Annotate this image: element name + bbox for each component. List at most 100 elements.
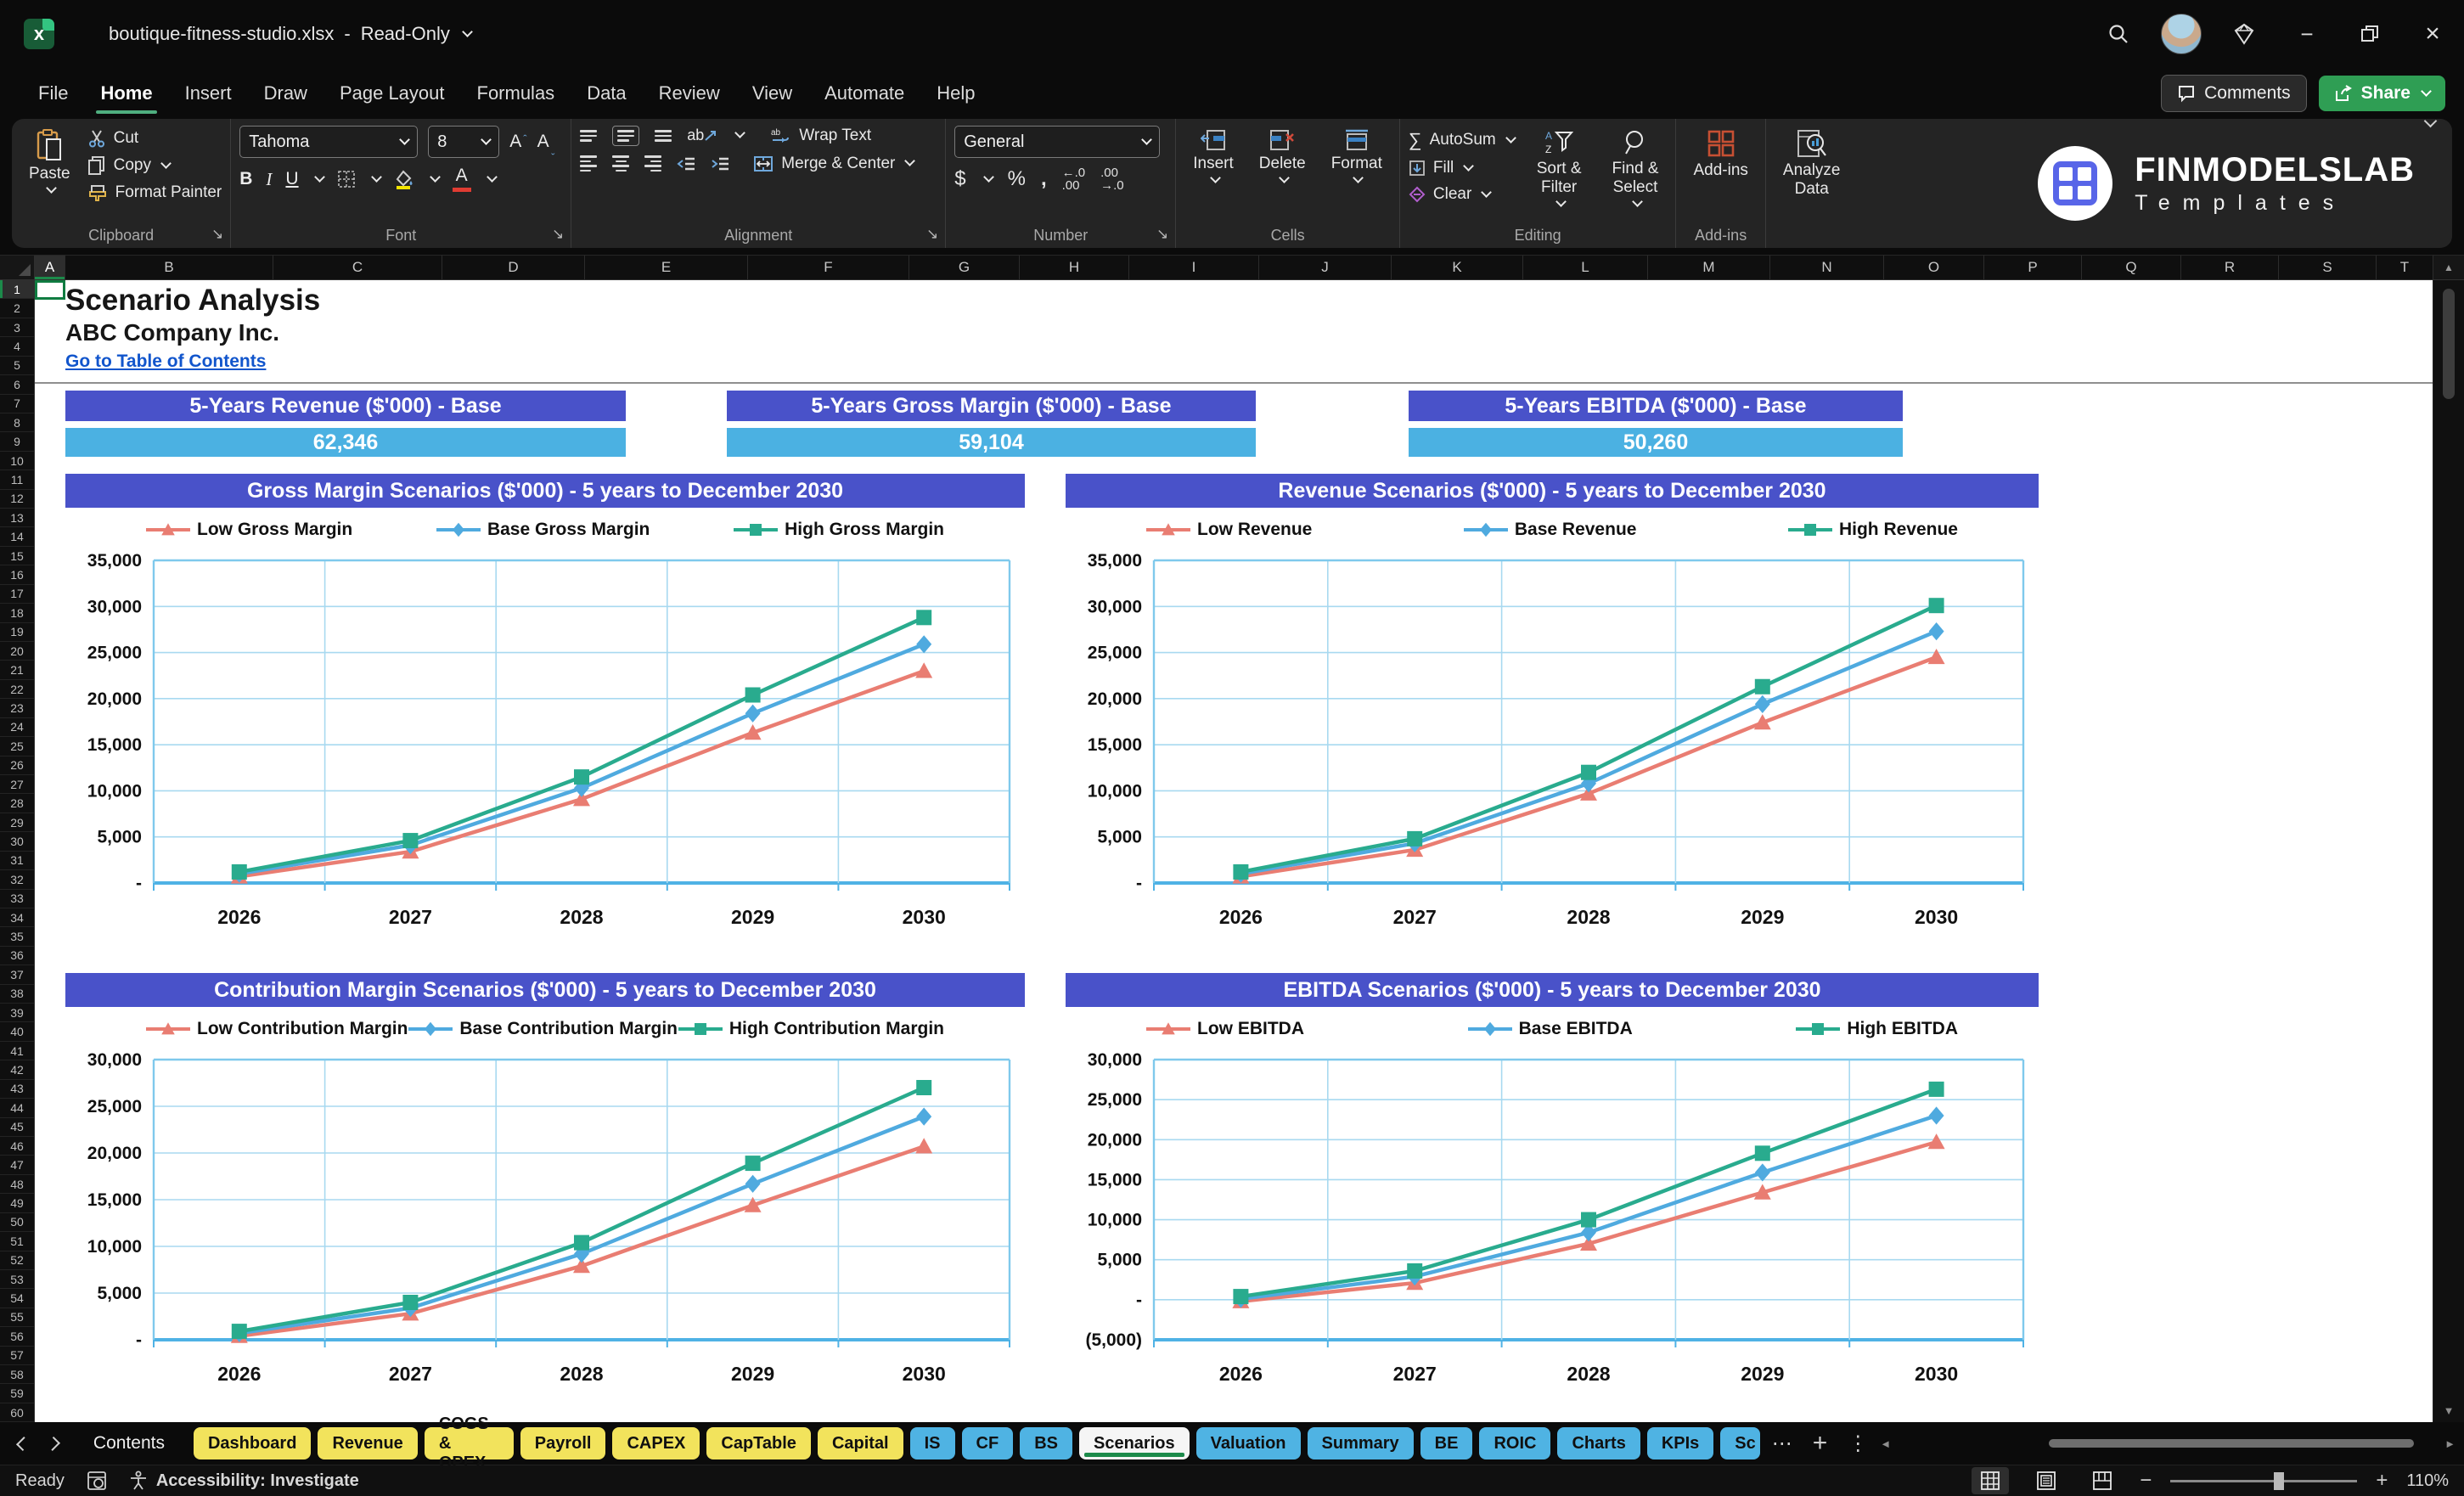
wrap-text-button[interactable]: ab Wrap Text [771,127,871,145]
percent-format-button[interactable]: % [1008,167,1026,191]
menu-tab-data[interactable]: Data [571,68,642,119]
row-header-60[interactable]: 60 [0,1403,34,1422]
sheet-tab-cf[interactable]: CF [962,1427,1014,1459]
accessibility-status[interactable]: Accessibility: Investigate [129,1471,359,1491]
sheet-tab-be[interactable]: BE [1420,1427,1473,1459]
sheet-tab-sc[interactable]: Sc [1720,1427,1759,1459]
row-header-7[interactable]: 7 [0,395,34,413]
sheet-tab-cogs-opex[interactable]: COGS & OPEX [425,1427,514,1459]
increase-indent-icon[interactable] [711,156,729,172]
cut-button[interactable]: Cut [87,129,222,148]
row-header-53[interactable]: 53 [0,1270,34,1289]
row-header-24[interactable]: 24 [0,718,34,737]
column-header-S[interactable]: S [2279,256,2377,279]
column-header-E[interactable]: E [585,256,748,279]
column-header-O[interactable]: O [1884,256,1984,279]
select-all-corner[interactable] [0,256,35,279]
font-name-select[interactable]: Tahoma [239,126,418,158]
tab-scroll-right-icon[interactable] [46,1437,60,1451]
search-icon[interactable] [2087,0,2150,68]
currency-chevron-icon[interactable] [983,172,994,183]
row-header-39[interactable]: 39 [0,1004,34,1022]
autosum-button[interactable]: ∑ AutoSum [1409,129,1515,151]
row-header-6[interactable]: 6 [0,375,34,394]
row-header-31[interactable]: 31 [0,852,34,870]
sheet-canvas[interactable]: Scenario Analysis ABC Company Inc. Go to… [35,280,2433,1422]
find-select-button[interactable]: Find & Select [1604,126,1668,211]
clear-button[interactable]: Clear [1409,185,1515,204]
minimize-button[interactable]: − [2276,0,2338,68]
page-layout-view-icon[interactable] [2028,1467,2065,1494]
sheet-tab-scenarios[interactable]: Scenarios [1079,1427,1190,1459]
zoom-out-button[interactable]: − [2140,1469,2152,1493]
align-middle-icon[interactable] [612,126,639,146]
column-header-I[interactable]: I [1129,256,1259,279]
sort-filter-button[interactable]: AZ Sort & Filter [1528,126,1590,211]
decrease-font-icon[interactable]: Aˆ [537,132,554,152]
row-header-19[interactable]: 19 [0,623,34,642]
restore-button[interactable] [2338,0,2401,68]
font-size-select[interactable]: 8 [428,126,499,158]
vertical-scrollbar[interactable]: ▼ [2433,280,2464,1422]
row-header-8[interactable]: 8 [0,413,34,432]
sheet-tab-payroll[interactable]: Payroll [520,1427,606,1459]
column-header-Q[interactable]: Q [2082,256,2181,279]
menu-tab-automate[interactable]: Automate [808,68,920,119]
menu-tab-help[interactable]: Help [920,68,991,119]
menu-tab-page-layout[interactable]: Page Layout [323,68,461,119]
selected-cell-a1[interactable] [35,280,65,300]
tab-scroll-left-icon[interactable] [16,1437,31,1451]
column-header-P[interactable]: P [1984,256,2082,279]
column-header-L[interactable]: L [1523,256,1648,279]
comma-format-button[interactable]: , [1041,167,1047,191]
row-header-56[interactable]: 56 [0,1327,34,1346]
sheet-tab-capex[interactable]: CAPEX [612,1427,700,1459]
column-header-A[interactable]: A [35,256,65,279]
column-header-M[interactable]: M [1648,256,1770,279]
insert-cells-button[interactable]: Insert [1184,126,1242,188]
paste-button[interactable]: Paste [20,126,79,198]
sheet-tab-capital[interactable]: Capital [818,1427,903,1459]
row-header-2[interactable]: 2 [0,299,34,318]
row-header-18[interactable]: 18 [0,604,34,622]
sheet-tab-captable[interactable]: CapTable [706,1427,811,1459]
horizontal-scrollbar[interactable]: ◄ ► [1880,1437,2464,1450]
more-sheets-icon[interactable]: ⋯ [1767,1431,1797,1456]
row-header-47[interactable]: 47 [0,1156,34,1174]
merge-center-button[interactable]: Merge & Center [753,155,914,173]
table-of-contents-link[interactable]: Go to Table of Contents [65,352,266,372]
row-header-40[interactable]: 40 [0,1022,34,1041]
vertical-scroll-up-arrow[interactable]: ▲ [2433,256,2464,279]
user-avatar[interactable] [2150,0,2213,68]
read-only-chevron-icon[interactable] [462,26,473,37]
increase-decimal-icon[interactable]: ←.0.00 [1062,166,1086,192]
close-button[interactable]: × [2401,0,2464,68]
align-right-icon[interactable] [644,155,661,172]
sheet-tab-revenue[interactable]: Revenue [318,1427,417,1459]
zoom-slider-thumb[interactable] [2274,1472,2284,1490]
row-header-30[interactable]: 30 [0,832,34,851]
row-header-25[interactable]: 25 [0,737,34,756]
vertical-scroll-down-arrow[interactable]: ▼ [2444,1399,2455,1422]
sheet-tab-contents[interactable]: Contents [71,1427,187,1459]
row-header-23[interactable]: 23 [0,699,34,717]
row-header-15[interactable]: 15 [0,547,34,565]
row-header-45[interactable]: 45 [0,1118,34,1137]
decrease-indent-icon[interactable] [677,156,695,172]
sheet-tab-kpis[interactable]: KPIs [1647,1427,1713,1459]
column-header-H[interactable]: H [1020,256,1129,279]
chart-contribution-margin-scenarios-5-years-to-december-2030[interactable]: Contribution Margin Scenarios ($'000) - … [65,973,1025,1403]
row-header-38[interactable]: 38 [0,985,34,1004]
premium-diamond-icon[interactable] [2213,0,2276,68]
column-header-R[interactable]: R [2181,256,2279,279]
row-header-12[interactable]: 12 [0,490,34,509]
align-left-icon[interactable] [580,155,597,172]
orientation-chevron-icon[interactable] [734,128,745,139]
row-header-4[interactable]: 4 [0,337,34,356]
row-header-52[interactable]: 52 [0,1251,34,1270]
menu-tab-home[interactable]: Home [84,68,168,119]
menu-tab-file[interactable]: File [22,68,84,119]
row-header-57[interactable]: 57 [0,1347,34,1365]
row-header-35[interactable]: 35 [0,927,34,946]
hscroll-left-arrow[interactable]: ◄ [1880,1437,1891,1450]
